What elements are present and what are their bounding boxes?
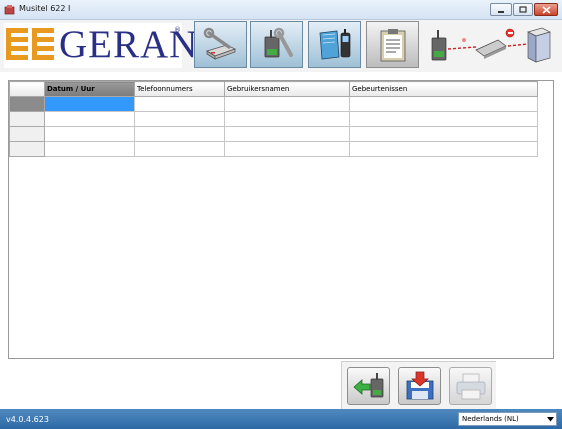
language-select-value: Nederlands (NL)	[462, 415, 519, 423]
book-phone-icon	[319, 28, 350, 59]
language-select[interactable]: Nederlands (NL)	[458, 412, 557, 426]
table-cell[interactable]	[349, 96, 538, 112]
table-cell[interactable]	[224, 126, 350, 142]
table-cell[interactable]	[44, 111, 135, 127]
event-log-table: Datum / Uur Telefoonnumers Gebruikersnam…	[9, 81, 538, 157]
row-header-corner	[9, 81, 45, 97]
row-header[interactable]	[9, 126, 45, 142]
logo-registered: ®	[174, 26, 181, 34]
table-cell[interactable]	[349, 111, 538, 127]
table-cell[interactable]	[224, 141, 350, 157]
save-button[interactable]	[398, 367, 441, 405]
bottom-toolbar	[341, 361, 496, 409]
title-bar: Musitel 622 I	[0, 0, 562, 20]
device-wrench-icon	[264, 27, 293, 57]
connection-status-icon	[431, 27, 551, 63]
table-row[interactable]	[9, 126, 538, 142]
phonebook-button[interactable]	[308, 21, 361, 68]
table-cell[interactable]	[134, 111, 225, 127]
version-label: v4.0.4.623	[6, 415, 49, 424]
maximize-button[interactable]	[513, 3, 533, 16]
log-button[interactable]	[366, 21, 419, 68]
table-header-row: Datum / Uur Telefoonnumers Gebruikersnam…	[9, 81, 538, 97]
column-header-events[interactable]: Gebeurtenissen	[349, 81, 538, 97]
status-bar: v4.0.4.623 Nederlands (NL)	[0, 409, 562, 429]
settings-button[interactable]	[194, 21, 247, 68]
row-header[interactable]	[9, 111, 45, 127]
logo-mark-icon	[6, 28, 54, 60]
row-header[interactable]	[9, 141, 45, 157]
column-header-phone-numbers[interactable]: Telefoonnumers	[134, 81, 225, 97]
table-cell[interactable]	[44, 141, 135, 157]
table-cell[interactable]	[44, 126, 135, 142]
row-header-current[interactable]	[9, 96, 45, 112]
chevron-down-icon	[547, 417, 554, 422]
maximize-icon	[519, 6, 527, 13]
geran-logo: GERAN ®	[4, 23, 197, 68]
table-cell[interactable]	[224, 96, 350, 112]
table-cell[interactable]	[134, 141, 225, 157]
table-cell[interactable]	[134, 96, 225, 112]
print-button[interactable]	[449, 367, 492, 405]
save-icon	[406, 371, 433, 400]
download-from-device-icon	[352, 373, 383, 398]
column-header-user-names[interactable]: Gebruikersnamen	[224, 81, 350, 97]
printer-icon	[456, 373, 485, 400]
minimize-button[interactable]	[490, 3, 512, 16]
wrench-modem-icon	[203, 27, 236, 60]
close-button[interactable]	[534, 3, 558, 16]
table-row[interactable]	[9, 111, 538, 127]
event-log-grid[interactable]: Datum / Uur Telefoonnumers Gebruikersnam…	[8, 80, 554, 359]
table-row[interactable]	[9, 96, 538, 112]
read-from-device-button[interactable]	[347, 367, 390, 405]
table-row[interactable]	[9, 141, 538, 157]
device-config-button[interactable]	[250, 21, 303, 68]
table-cell-selected[interactable]	[44, 96, 135, 112]
column-header-datetime[interactable]: Datum / Uur	[44, 81, 135, 97]
clipboard-icon	[380, 28, 405, 61]
header: GERAN ®	[0, 20, 562, 72]
table-cell[interactable]	[224, 111, 350, 127]
window-title: Musitel 622 I	[19, 4, 71, 13]
table-cell[interactable]	[349, 141, 538, 157]
table-cell[interactable]	[134, 126, 225, 142]
table-cell[interactable]	[349, 126, 538, 142]
app-icon	[4, 5, 15, 15]
close-icon	[541, 5, 551, 14]
minimize-icon	[498, 10, 504, 13]
